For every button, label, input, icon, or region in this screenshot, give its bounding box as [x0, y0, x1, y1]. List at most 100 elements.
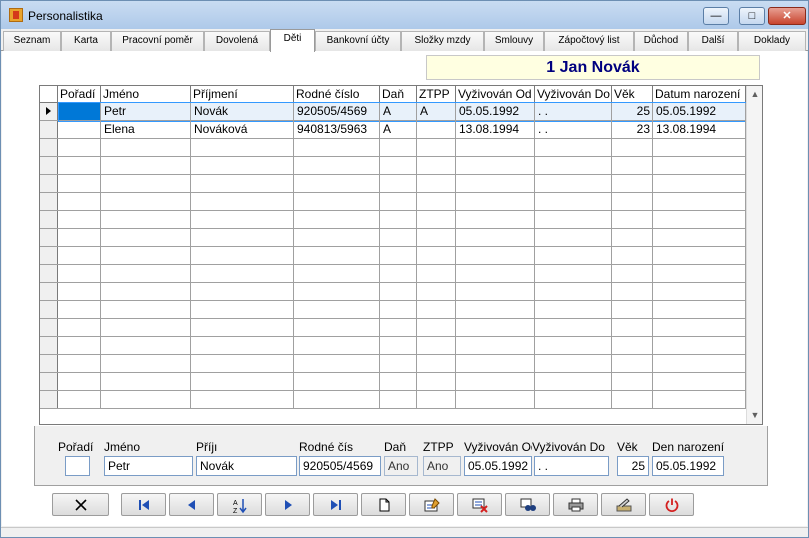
empty-cell[interactable] [653, 283, 746, 300]
empty-cell[interactable] [535, 157, 612, 174]
empty-cell[interactable] [456, 247, 535, 264]
empty-cell[interactable] [101, 301, 191, 318]
empty-cell[interactable] [101, 229, 191, 246]
tab-dovolena[interactable]: Dovolená [204, 31, 270, 51]
empty-cell[interactable] [417, 337, 456, 354]
empty-table-row[interactable] [40, 265, 746, 283]
scroll-down-icon[interactable]: ▼ [747, 407, 762, 424]
empty-cell[interactable] [653, 193, 746, 210]
empty-cell[interactable] [535, 319, 612, 336]
empty-cell[interactable] [101, 247, 191, 264]
cell-jmeno[interactable]: Elena [101, 121, 191, 138]
empty-cell[interactable] [191, 265, 294, 282]
column-header-jmeno[interactable]: Jméno [101, 86, 191, 102]
empty-table-row[interactable] [40, 283, 746, 301]
empty-cell[interactable] [417, 301, 456, 318]
empty-cell[interactable] [612, 139, 653, 156]
column-header-ztpp[interactable]: ZTPP [417, 86, 456, 102]
empty-cell[interactable] [417, 391, 456, 408]
empty-cell[interactable] [101, 157, 191, 174]
tab-duchod[interactable]: Důchod [634, 31, 688, 51]
empty-table-row[interactable] [40, 193, 746, 211]
empty-cell[interactable] [294, 247, 380, 264]
empty-cell[interactable] [612, 157, 653, 174]
empty-cell[interactable] [58, 157, 101, 174]
empty-cell[interactable] [58, 229, 101, 246]
tab-smlouvy[interactable]: Smlouvy [484, 31, 544, 51]
vyzivovan-do-field[interactable]: . . [534, 456, 609, 476]
grid-vertical-scrollbar[interactable]: ▲ ▼ [746, 86, 762, 424]
empty-cell[interactable] [101, 139, 191, 156]
cell-jmeno[interactable]: Petr [101, 103, 191, 120]
tab-seznam[interactable]: Seznam [3, 31, 61, 51]
maximize-button[interactable]: □ [739, 7, 765, 25]
empty-table-row[interactable] [40, 139, 746, 157]
empty-cell[interactable] [612, 319, 653, 336]
prijmeni-field[interactable]: Novák [196, 456, 297, 476]
empty-cell[interactable] [653, 301, 746, 318]
empty-table-row[interactable] [40, 337, 746, 355]
empty-table-row[interactable] [40, 211, 746, 229]
empty-cell[interactable] [191, 211, 294, 228]
empty-cell[interactable] [380, 229, 417, 246]
empty-cell[interactable] [380, 193, 417, 210]
rodne-cislo-field[interactable]: 920505/4569 [299, 456, 381, 476]
cell-ztpp[interactable]: A [417, 103, 456, 120]
dan-field[interactable]: Ano [384, 456, 418, 476]
close-form-button[interactable] [52, 493, 109, 516]
close-window-button[interactable]: ✕ [768, 7, 806, 25]
empty-cell[interactable] [535, 211, 612, 228]
empty-cell[interactable] [417, 139, 456, 156]
new-record-button[interactable] [361, 493, 406, 516]
cell-vek[interactable]: 25 [612, 103, 653, 120]
empty-cell[interactable] [535, 301, 612, 318]
empty-cell[interactable] [191, 193, 294, 210]
empty-cell[interactable] [612, 229, 653, 246]
cell-prijmeni[interactable]: Novák [191, 103, 294, 120]
empty-cell[interactable] [653, 211, 746, 228]
empty-cell[interactable] [101, 355, 191, 372]
empty-table-row[interactable] [40, 157, 746, 175]
empty-cell[interactable] [417, 265, 456, 282]
ztpp-field[interactable]: Ano [423, 456, 461, 476]
empty-cell[interactable] [380, 373, 417, 390]
children-grid[interactable]: Pořadí Jméno Příjmení Rodné číslo Daň ZT… [39, 85, 763, 425]
find-record-button[interactable] [505, 493, 550, 516]
last-record-button[interactable] [313, 493, 358, 516]
empty-cell[interactable] [612, 193, 653, 210]
cell-rodne-cislo[interactable]: 920505/4569 [294, 103, 380, 120]
empty-cell[interactable] [456, 391, 535, 408]
empty-cell[interactable] [191, 283, 294, 300]
empty-cell[interactable] [456, 373, 535, 390]
column-header-poradi[interactable]: Pořadí [58, 86, 101, 102]
empty-cell[interactable] [380, 355, 417, 372]
cell-datum-narozeni[interactable]: 13.08.1994 [653, 121, 746, 138]
column-header-vyzivovan-do[interactable]: Vyživován Do [535, 86, 612, 102]
empty-cell[interactable] [653, 247, 746, 264]
empty-cell[interactable] [294, 193, 380, 210]
empty-cell[interactable] [653, 175, 746, 192]
empty-cell[interactable] [456, 319, 535, 336]
edit-record-button[interactable] [409, 493, 454, 516]
tab-deti[interactable]: Děti [270, 29, 315, 52]
empty-cell[interactable] [456, 211, 535, 228]
empty-cell[interactable] [380, 247, 417, 264]
empty-cell[interactable] [191, 229, 294, 246]
empty-cell[interactable] [58, 283, 101, 300]
empty-cell[interactable] [380, 319, 417, 336]
next-record-button[interactable] [265, 493, 310, 516]
empty-cell[interactable] [417, 355, 456, 372]
empty-cell[interactable] [58, 247, 101, 264]
empty-cell[interactable] [101, 283, 191, 300]
cell-dan[interactable]: A [380, 121, 417, 138]
empty-cell[interactable] [417, 193, 456, 210]
empty-cell[interactable] [456, 355, 535, 372]
exit-button[interactable] [649, 493, 694, 516]
empty-cell[interactable] [101, 265, 191, 282]
previous-record-button[interactable] [169, 493, 214, 516]
empty-cell[interactable] [380, 139, 417, 156]
cell-vyzivovan-do[interactable]: . . [535, 103, 612, 120]
empty-cell[interactable] [380, 391, 417, 408]
poradi-field[interactable] [65, 456, 90, 476]
table-row[interactable]: Petr Novák 920505/4569 A A 05.05.1992 . … [40, 102, 747, 122]
